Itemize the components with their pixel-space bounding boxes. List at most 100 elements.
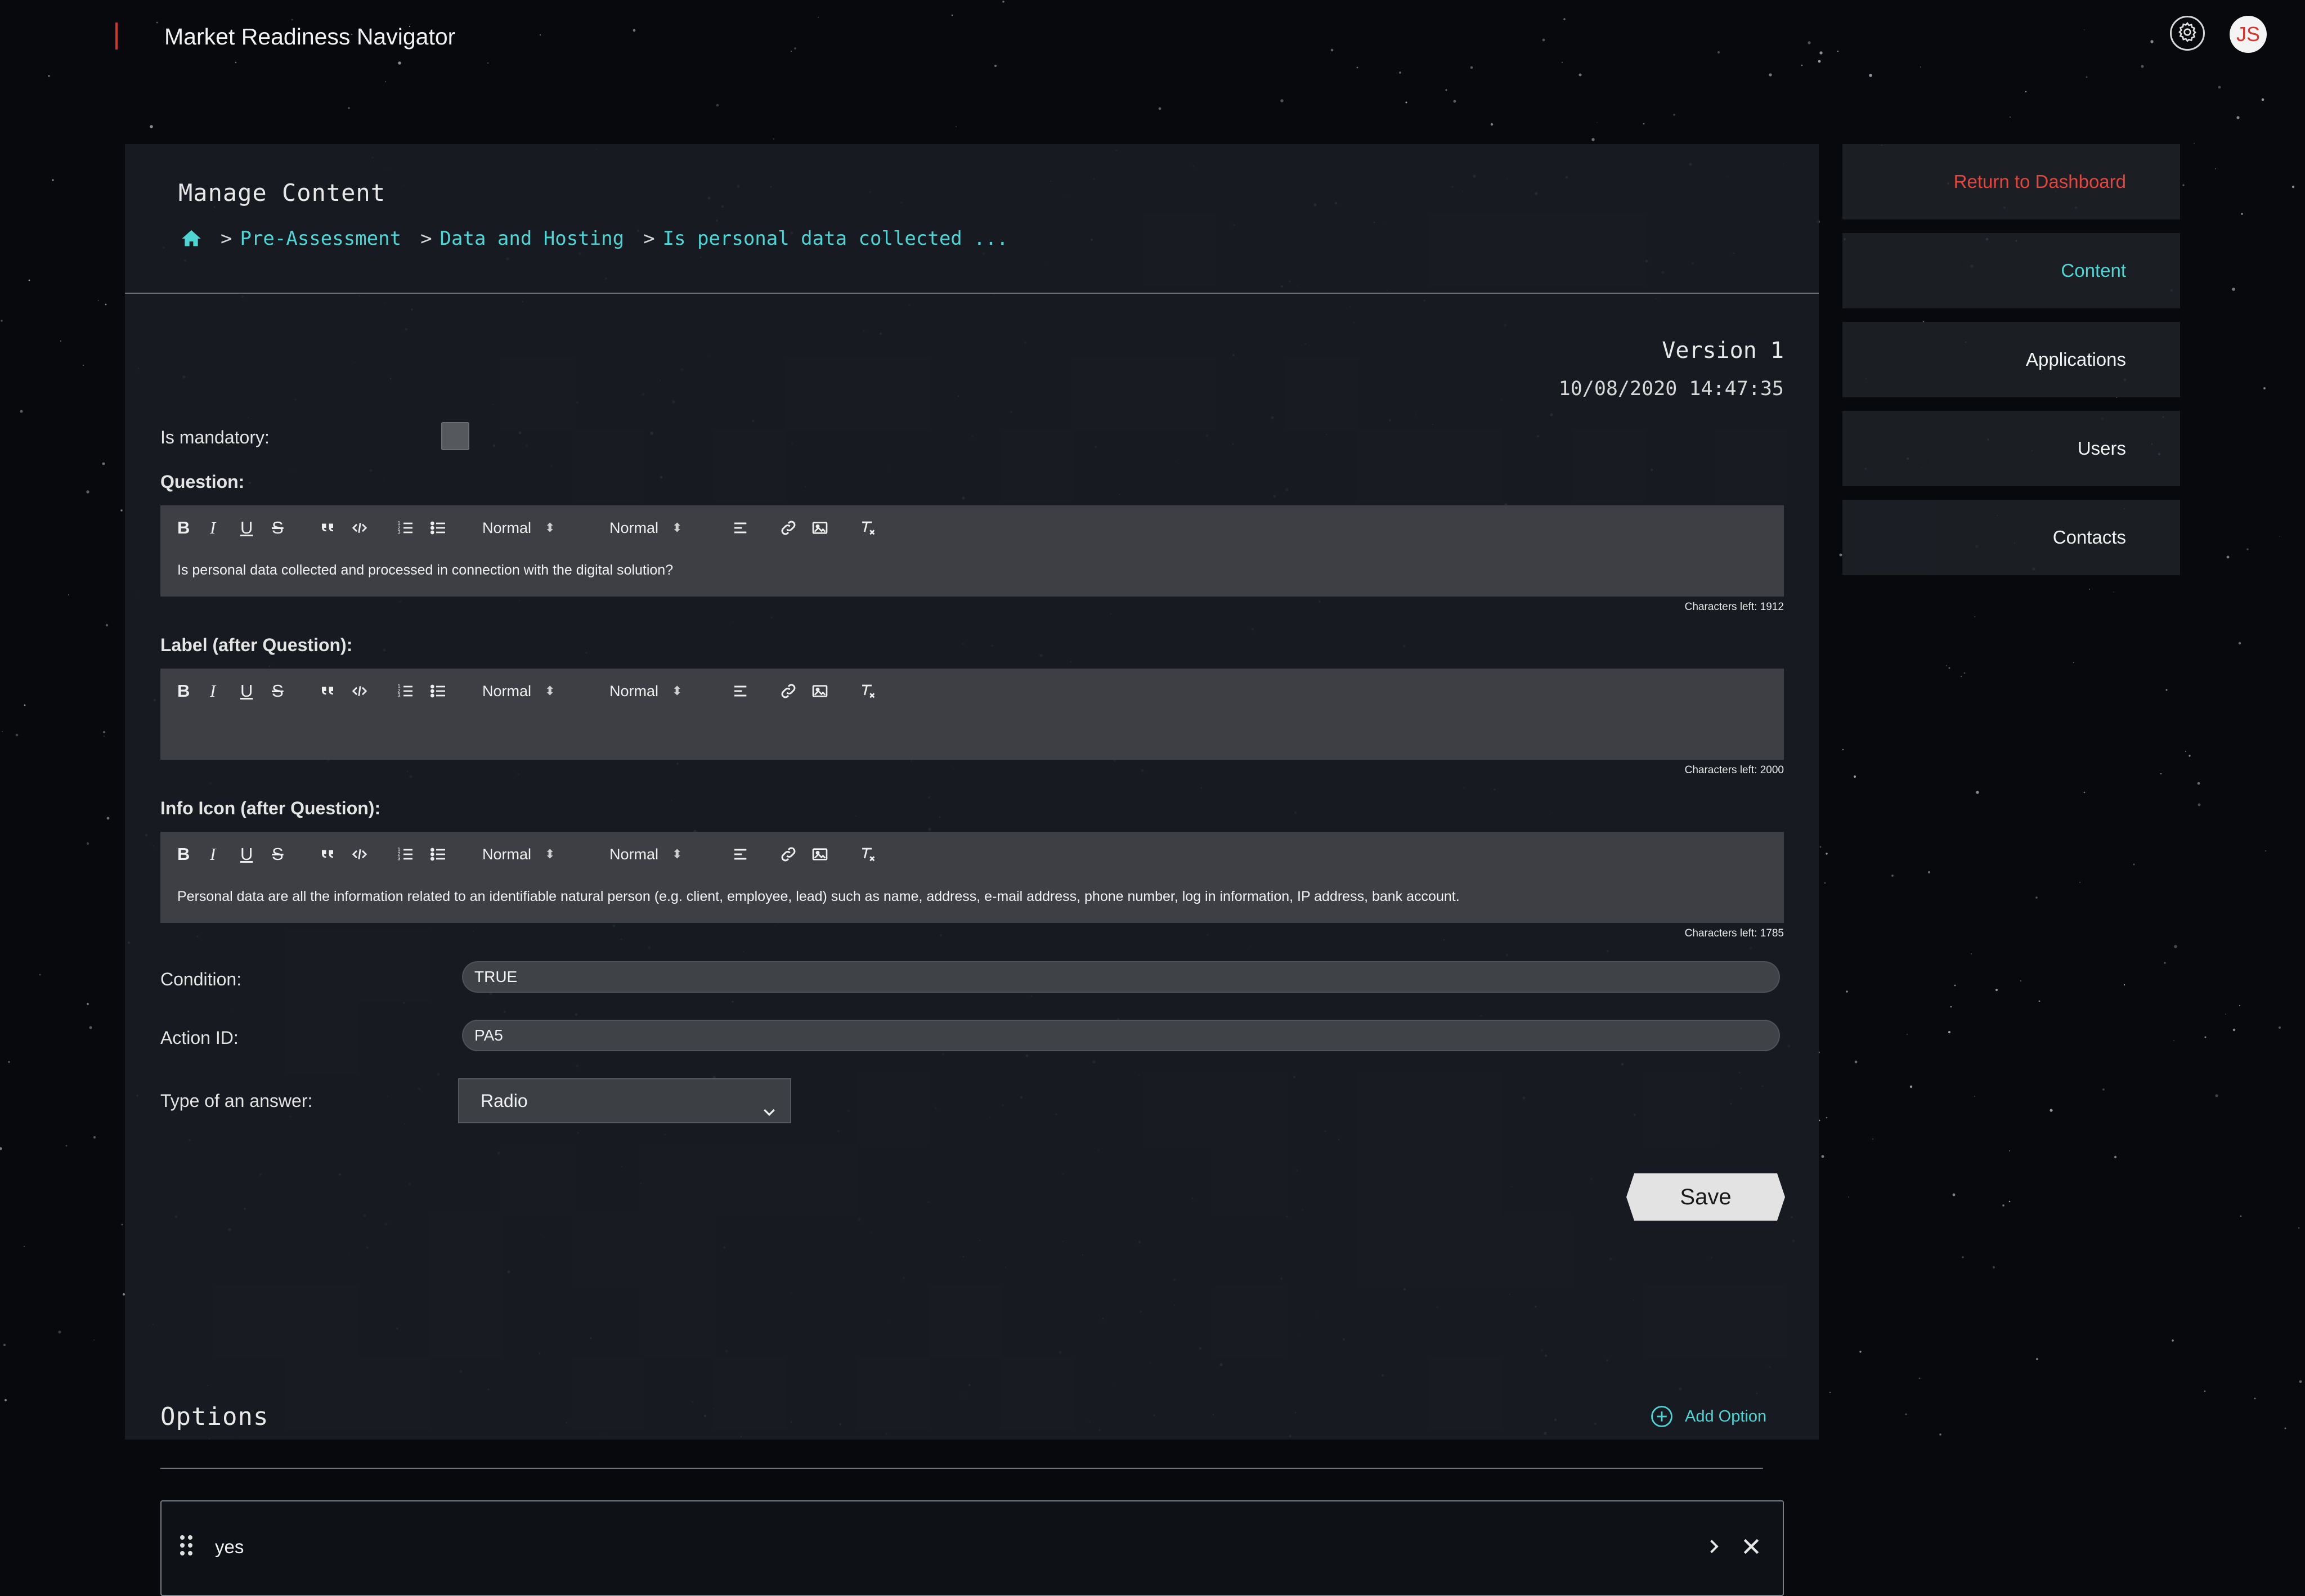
ordered-list-icon[interactable]: 123: [397, 517, 415, 539]
info-icon-chars-left: Characters left: 1785: [1684, 927, 1784, 939]
nav-users[interactable]: Users: [1842, 411, 2180, 486]
link-icon[interactable]: [779, 517, 797, 539]
header-select[interactable]: Normal ⬍: [609, 843, 682, 866]
answer-type-label: Type of an answer:: [160, 1091, 313, 1111]
label-after-question-toolbar: B I U S 1 2 3 Normal ⬍ Normal ⬍: [160, 669, 1784, 714]
bullet-list-icon[interactable]: [429, 680, 447, 702]
nav-contacts[interactable]: Contacts: [1842, 500, 2180, 575]
italic-button[interactable]: I: [210, 680, 216, 702]
image-icon[interactable]: [811, 843, 829, 866]
option-item[interactable]: yes: [160, 1500, 1784, 1596]
label-after-question-label: Label (after Question):: [160, 635, 353, 655]
options-title: Options: [160, 1402, 269, 1431]
breadcrumb: > Pre-Assessment > Data and Hosting > Is…: [180, 227, 1028, 250]
condition-input[interactable]: TRUE: [462, 961, 1780, 993]
header-divider: [125, 293, 1819, 294]
gear-icon: [2176, 21, 2199, 46]
top-bar: Market Readiness Navigator JS: [0, 0, 2305, 79]
question-editor[interactable]: B I U S 1 2 3 Normal ⬍ Normal ⬍ Is personal data c…: [160, 505, 1784, 597]
action-id-label: Action ID:: [160, 1028, 239, 1048]
link-icon[interactable]: [779, 843, 797, 866]
brand-accent-bar: [115, 23, 118, 50]
save-button[interactable]: Save: [1626, 1173, 1785, 1221]
bullet-list-icon[interactable]: [429, 843, 447, 866]
sort-arrows-icon: ⬍: [672, 847, 683, 861]
sort-arrows-icon: ⬍: [672, 521, 683, 535]
mandatory-checkbox[interactable]: [441, 422, 469, 450]
breadcrumb-separator: >: [420, 227, 432, 250]
quote-icon[interactable]: [319, 517, 336, 539]
align-left-icon[interactable]: [732, 680, 750, 702]
align-left-icon[interactable]: [732, 843, 750, 866]
breadcrumb-pre-assessment[interactable]: Pre-Assessment: [240, 227, 401, 250]
strike-button[interactable]: S: [272, 843, 284, 866]
code-icon[interactable]: [351, 517, 369, 539]
version-label: Version 1: [1662, 338, 1784, 364]
underline-button[interactable]: U: [240, 680, 253, 702]
link-icon[interactable]: [779, 680, 797, 702]
close-icon[interactable]: [1740, 1535, 1763, 1561]
size-select[interactable]: Normal ⬍: [482, 517, 555, 539]
version-timestamp: 10/08/2020 14:47:35: [1558, 378, 1784, 400]
italic-button[interactable]: I: [210, 843, 216, 866]
answer-type-select[interactable]: Radio: [458, 1078, 791, 1123]
header-select[interactable]: Normal ⬍: [609, 517, 682, 539]
strike-button[interactable]: S: [272, 517, 284, 539]
nav-content[interactable]: Content: [1842, 233, 2180, 308]
code-icon[interactable]: [351, 843, 369, 866]
bold-button[interactable]: B: [177, 517, 190, 539]
breadcrumb-current-question[interactable]: Is personal data collected ...: [663, 227, 1008, 250]
size-select-value: Normal: [482, 845, 532, 863]
sort-arrows-icon: ⬍: [672, 684, 683, 698]
info-icon-editor-text[interactable]: Personal data are all the information re…: [177, 889, 1460, 905]
user-avatar[interactable]: JS: [2230, 16, 2267, 53]
quote-icon[interactable]: [319, 680, 336, 702]
underline-button[interactable]: U: [240, 517, 253, 539]
ordered-list-icon[interactable]: 123: [397, 843, 415, 866]
image-icon[interactable]: [811, 517, 829, 539]
question-editor-text[interactable]: Is personal data collected and processed…: [177, 562, 673, 579]
bullet-list-icon[interactable]: [429, 517, 447, 539]
breadcrumb-separator: >: [643, 227, 655, 250]
bold-button[interactable]: B: [177, 680, 190, 702]
home-icon[interactable]: [180, 227, 203, 250]
quote-icon[interactable]: [319, 843, 336, 866]
align-left-icon[interactable]: [732, 517, 750, 539]
underline-button[interactable]: U: [240, 843, 253, 866]
option-label: yes: [215, 1536, 244, 1557]
size-select[interactable]: Normal ⬍: [482, 843, 555, 866]
label-after-question-chars-left: Characters left: 2000: [1684, 764, 1784, 776]
clear-format-icon[interactable]: [858, 843, 877, 866]
bold-button[interactable]: B: [177, 843, 190, 866]
content-panel: Manage Content > Pre-Assessment > Data a…: [125, 144, 1819, 1596]
svg-text:3: 3: [397, 530, 400, 535]
image-icon[interactable]: [811, 680, 829, 702]
options-divider: [160, 1468, 1763, 1469]
size-select[interactable]: Normal ⬍: [482, 680, 555, 702]
chevron-right-icon[interactable]: [1703, 1536, 1724, 1559]
settings-button[interactable]: [2170, 16, 2205, 51]
nav-applications[interactable]: Applications: [1842, 322, 2180, 397]
breadcrumb-data-and-hosting[interactable]: Data and Hosting: [440, 227, 625, 250]
strike-button[interactable]: S: [272, 680, 284, 702]
action-id-input[interactable]: PA5: [462, 1020, 1780, 1051]
question-toolbar: B I U S 1 2 3 Normal ⬍ Normal ⬍: [160, 505, 1784, 550]
condition-label: Condition:: [160, 969, 242, 989]
info-icon-label: Info Icon (after Question):: [160, 798, 381, 818]
size-select-value: Normal: [482, 682, 532, 700]
info-icon-toolbar: B I U S 1 2 3 Normal ⬍ Normal ⬍: [160, 832, 1784, 877]
label-after-question-editor[interactable]: B I U S 1 2 3 Normal ⬍ Normal ⬍: [160, 669, 1784, 760]
sort-arrows-icon: ⬍: [545, 847, 555, 861]
clear-format-icon[interactable]: [858, 517, 877, 539]
clear-format-icon[interactable]: [858, 680, 877, 702]
header-select[interactable]: Normal ⬍: [609, 680, 682, 702]
nav-return-to-dashboard[interactable]: Return to Dashboard: [1842, 144, 2180, 219]
info-icon-editor[interactable]: B I U S 1 2 3 Normal ⬍ Normal ⬍ Personal data are …: [160, 832, 1784, 923]
drag-handle-icon[interactable]: [178, 1534, 194, 1559]
italic-button[interactable]: I: [210, 517, 216, 539]
code-icon[interactable]: [351, 680, 369, 702]
question-chars-left: Characters left: 1912: [1684, 601, 1784, 613]
answer-type-value: Radio: [481, 1091, 528, 1111]
ordered-list-icon[interactable]: 123: [397, 680, 415, 702]
add-option-button[interactable]: Add Option: [1650, 1405, 1766, 1428]
